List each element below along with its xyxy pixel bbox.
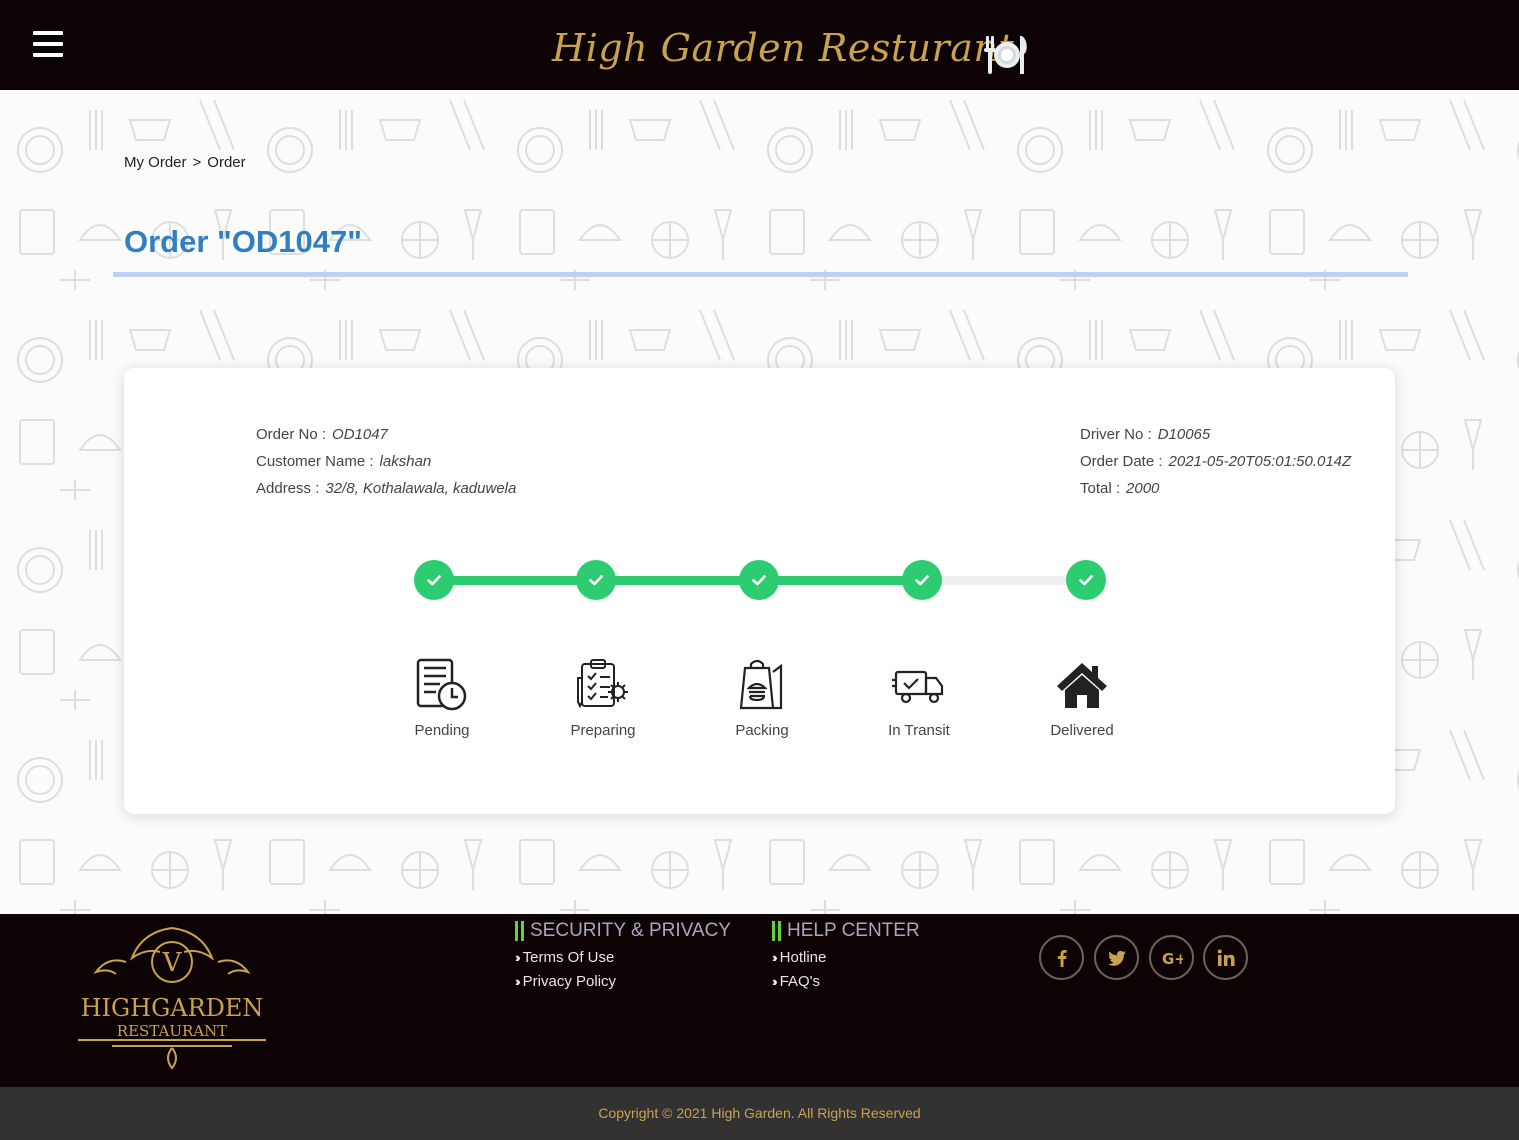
driver-no-row: Driver No : D10065	[1080, 421, 1351, 448]
customer-name-value: lakshan	[379, 453, 432, 470]
security-heading: SECURITY & PRIVACY	[515, 920, 731, 942]
breadcrumb-my-order[interactable]: My Order	[124, 154, 187, 171]
logo-wordmark: HIGHGARDEN	[81, 994, 264, 1022]
address-label: Address :	[256, 480, 320, 497]
total-value: 2000	[1126, 480, 1160, 497]
logo-subtitle: RESTAURANT	[117, 1022, 227, 1040]
address-row: Address : 32/8, Kothalawala, kaduwela	[256, 475, 516, 502]
order-date-row: Order Date : 2021-05-20T05:01:50.014Z	[1080, 448, 1351, 475]
order-card: Order No : OD1047 Customer Name : lakshan …	[124, 368, 1395, 814]
privacy-policy-link[interactable]: ›› Privacy Policy	[515, 973, 731, 990]
step-label-preparing: Preparing	[570, 722, 636, 739]
step-check-pending	[414, 560, 454, 600]
heading-accent-bars	[772, 921, 781, 941]
check-icon	[1079, 575, 1093, 586]
order-date-value: 2021-05-20T05:01:50.014Z	[1168, 453, 1352, 470]
step-label-in-transit: In Transit	[888, 722, 950, 739]
terms-of-use-link[interactable]: ›› Terms Of Use	[515, 949, 731, 966]
logo-monogram: V	[162, 948, 183, 978]
check-icon	[915, 575, 929, 586]
top-header: High Garden Resturant	[0, 0, 1519, 90]
footer: V HIGHGARDEN RESTAURANT SECURITY & PRIVA…	[0, 914, 1519, 1087]
check-icon	[752, 575, 766, 586]
clipboard-gear-icon	[577, 659, 628, 709]
step-label-delivered: Delivered	[1050, 722, 1114, 739]
driver-no-label: Driver No :	[1080, 426, 1152, 443]
food-bag-icon	[739, 659, 783, 710]
check-icon	[589, 575, 603, 586]
double-chevron-icon: ››	[772, 974, 777, 989]
order-no-label: Order No :	[256, 426, 327, 443]
twitter-icon[interactable]	[1094, 935, 1139, 980]
footer-help-column: HELP CENTER ›› Hotline ›› FAQ's	[772, 920, 920, 990]
order-pending-clock-icon	[416, 658, 467, 711]
progress-segment-1	[434, 576, 596, 585]
help-center-heading: HELP CENTER	[772, 920, 920, 942]
step-label-pending: Pending	[414, 722, 470, 739]
footer-security-column: SECURITY & PRIVACY ›› Terms Of Use ›› Priv…	[515, 920, 731, 990]
total-row: Total : 2000	[1080, 475, 1351, 502]
total-label: Total :	[1080, 480, 1121, 497]
hamburger-menu-icon[interactable]	[33, 31, 63, 59]
facebook-icon[interactable]	[1039, 935, 1084, 980]
faqs-link[interactable]: ›› FAQ's	[772, 973, 920, 990]
hotline-link[interactable]: ›› Hotline	[772, 949, 920, 966]
heading-accent-bars	[515, 921, 524, 941]
step-check-packing	[739, 560, 779, 600]
breadcrumb-order[interactable]: Order	[207, 154, 245, 171]
copyright-text: Copyright © 2021 High Garden. All Rights…	[598, 1105, 921, 1121]
step-check-delivered	[1066, 560, 1106, 600]
double-chevron-icon: ››	[515, 950, 520, 965]
driver-no-value: D10065	[1157, 426, 1211, 443]
linkedin-icon[interactable]	[1203, 935, 1248, 980]
progress-segment-2	[596, 576, 759, 585]
step-check-in-transit	[902, 560, 942, 600]
step-label-packing: Packing	[735, 722, 789, 739]
house-icon	[1057, 663, 1107, 708]
customer-name-label: Customer Name :	[256, 453, 374, 470]
double-chevron-icon: ››	[772, 950, 777, 965]
double-chevron-icon: ››	[515, 974, 520, 989]
address-value: 32/8, Kothalawala, kaduwela	[325, 480, 517, 497]
highgarden-logo[interactable]: V HIGHGARDEN RESTAURANT	[72, 922, 272, 1074]
plate-cutlery-icon	[984, 36, 1027, 74]
order-date-label: Order Date :	[1080, 453, 1163, 470]
order-no-row: Order No : OD1047	[256, 421, 516, 448]
delivery-truck-icon	[892, 670, 944, 704]
check-icon	[427, 575, 441, 586]
customer-name-row: Customer Name : lakshan	[256, 448, 516, 475]
copyright-bar: Copyright © 2021 High Garden. All Rights…	[0, 1087, 1519, 1140]
progress-segment-4	[922, 576, 1086, 585]
google-plus-icon[interactable]: G+	[1149, 935, 1194, 980]
breadcrumb: My Order > Order	[124, 154, 246, 171]
order-info-right: Driver No : D10065 Order Date : 2021-05-20…	[1080, 421, 1351, 502]
order-info-left: Order No : OD1047 Customer Name : lakshan …	[256, 421, 516, 502]
svg-text:G+: G+	[1162, 950, 1183, 968]
step-check-preparing	[576, 560, 616, 600]
page-title: Order "OD1047"	[124, 224, 362, 259]
progress-segment-3	[759, 576, 922, 585]
title-divider	[113, 272, 1408, 277]
order-no-value: OD1047	[332, 426, 388, 443]
brand-title[interactable]: High Garden Resturant	[552, 26, 1014, 70]
main-content: My Order > Order Order "OD1047" Order No :…	[0, 90, 1519, 914]
breadcrumb-separator: >	[192, 154, 202, 171]
